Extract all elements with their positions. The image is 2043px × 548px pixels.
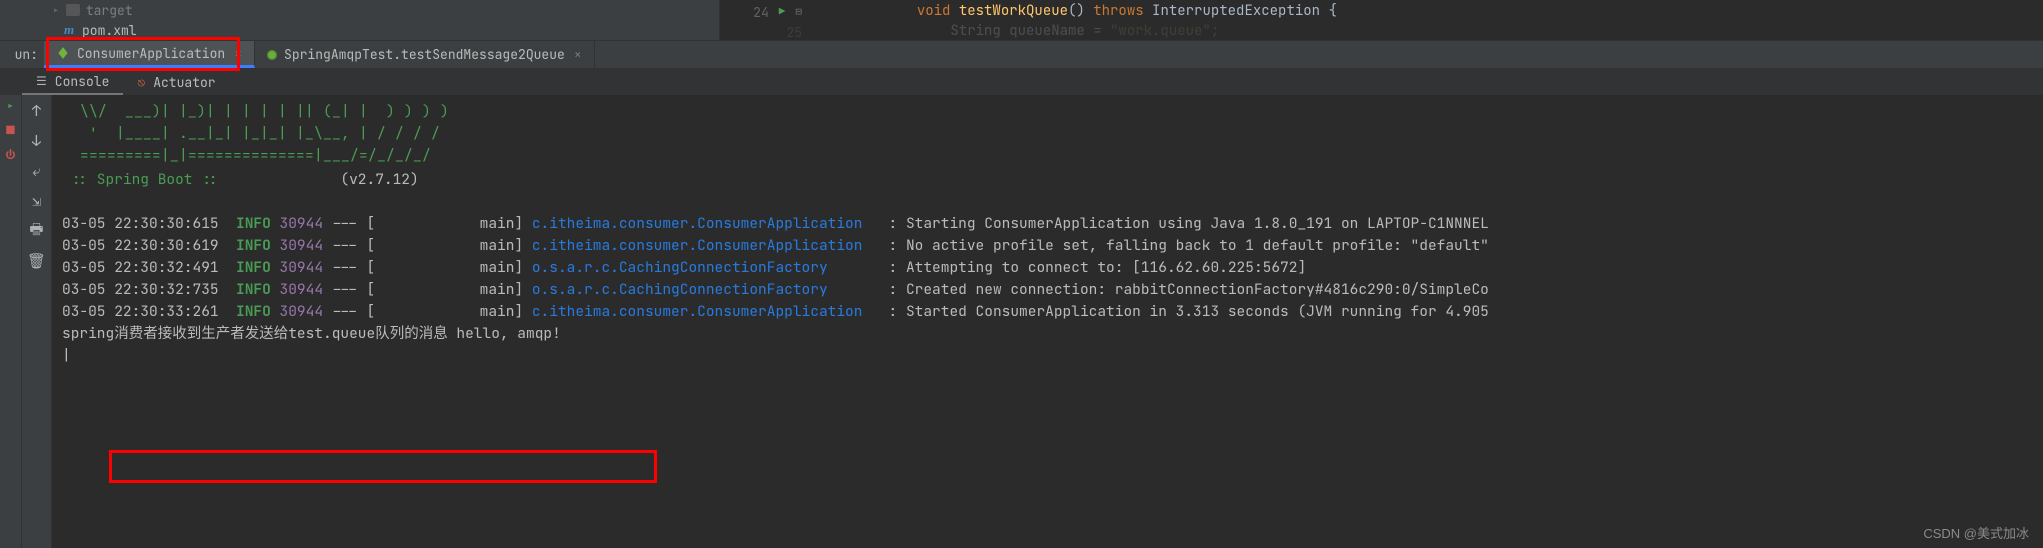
method-name: testWorkQueue — [950, 2, 1068, 20]
ascii-art: \\/ ___)| |_)| | | | | || (_| | ) ) ) ) — [62, 101, 2043, 123]
soft-wrap-icon[interactable]: ⤶ — [27, 161, 47, 181]
console-toolbar: ↑ ↓ ⤶ ⇲ 🖶 🗑 — [22, 95, 52, 548]
log-line: 03-05 22:30:32:491 INFO 30944 --- [ main… — [62, 257, 2043, 279]
spring-boot-icon — [56, 46, 70, 60]
print-icon[interactable]: 🖶 — [27, 221, 47, 241]
maven-icon: m — [62, 23, 76, 37]
scroll-end-icon[interactable]: ⇲ — [27, 191, 47, 211]
watermark: CSDN @美式加冰 — [1923, 523, 2029, 542]
sub-tab-label: Console — [55, 73, 110, 90]
editor-gutter: 24 ▶ ⊟ 25 — [720, 2, 816, 40]
line-number: 24 — [753, 4, 769, 21]
folder-icon — [66, 4, 80, 16]
run-label: un: — [0, 41, 44, 68]
test-pass-icon — [267, 50, 277, 60]
log-line: 03-05 22:30:32:735 INFO 30944 --- [ main… — [62, 279, 2043, 301]
run-tabs-row: un: ConsumerApplication × SpringAmqpTest… — [0, 40, 2043, 69]
console-sub-tabs: ☰ Console ⎋ Actuator — [0, 69, 2043, 95]
console-output[interactable]: \\/ ___)| |_)| | | | | || (_| | ) ) ) ) … — [52, 95, 2043, 548]
run-toolbar: ▸ ■ ⏻ — [0, 95, 22, 548]
close-icon[interactable]: × — [574, 46, 582, 63]
keyword: void — [917, 2, 951, 20]
run-tab-label: ConsumerApplication — [77, 45, 225, 62]
tab-console[interactable]: ☰ Console — [22, 69, 123, 95]
app-output: spring消费者接收到生产者发送给test.queue队列的消息 hello,… — [62, 323, 2043, 345]
tree-label: target — [86, 2, 133, 19]
spring-boot-label: :: Spring Boot :: — [62, 170, 227, 189]
sub-tab-label: Actuator — [153, 74, 215, 91]
log-line: 03-05 22:30:30:619 INFO 30944 --- [ main… — [62, 235, 2043, 257]
cursor: | — [62, 345, 2043, 367]
actuator-icon: ⎋ — [137, 74, 145, 91]
ascii-art: =========|_|==============|___/=/_/_/_/ — [62, 145, 2043, 167]
ascii-art: ' |____| .__|_| |_|_| |_\__, | / / / / — [62, 123, 2043, 145]
run-tab-test[interactable]: SpringAmqpTest.testSendMessage2Queue × — [255, 41, 595, 68]
up-icon[interactable]: ↑ — [27, 101, 47, 121]
tree-label: pom.xml — [82, 22, 137, 39]
project-tree[interactable]: ▸ target m pom.xml — [0, 0, 720, 40]
down-icon[interactable]: ↓ — [27, 131, 47, 151]
log-line: 03-05 22:30:30:615 INFO 30944 --- [ main… — [62, 213, 2043, 235]
console-icon: ☰ — [36, 73, 47, 89]
code-editor[interactable]: 24 ▶ ⊟ 25 void testWorkQueue() throws In… — [720, 0, 2043, 40]
fold-icon[interactable]: ⊟ — [795, 5, 802, 19]
run-gutter-icon[interactable]: ▶ — [779, 5, 786, 19]
clear-icon[interactable]: 🗑 — [27, 251, 47, 271]
rerun-button[interactable]: ▸ — [0, 95, 22, 119]
line-number: 25 — [786, 24, 802, 41]
log-line: 03-05 22:30:33:261 INFO 30944 --- [ main… — [62, 301, 2043, 323]
run-tab-consumer[interactable]: ConsumerApplication × — [44, 41, 255, 68]
stop-button[interactable]: ■ — [0, 119, 22, 143]
exit-button[interactable]: ⏻ — [0, 143, 22, 167]
highlight-box — [109, 450, 657, 483]
run-tab-label: SpringAmqpTest.testSendMessage2Queue — [284, 46, 565, 63]
spring-boot-version: (v2.7.12) — [227, 170, 418, 189]
close-icon[interactable]: × — [234, 45, 242, 62]
chevron-right-icon: ▸ — [52, 2, 60, 19]
tab-actuator[interactable]: ⎋ Actuator — [123, 69, 229, 95]
